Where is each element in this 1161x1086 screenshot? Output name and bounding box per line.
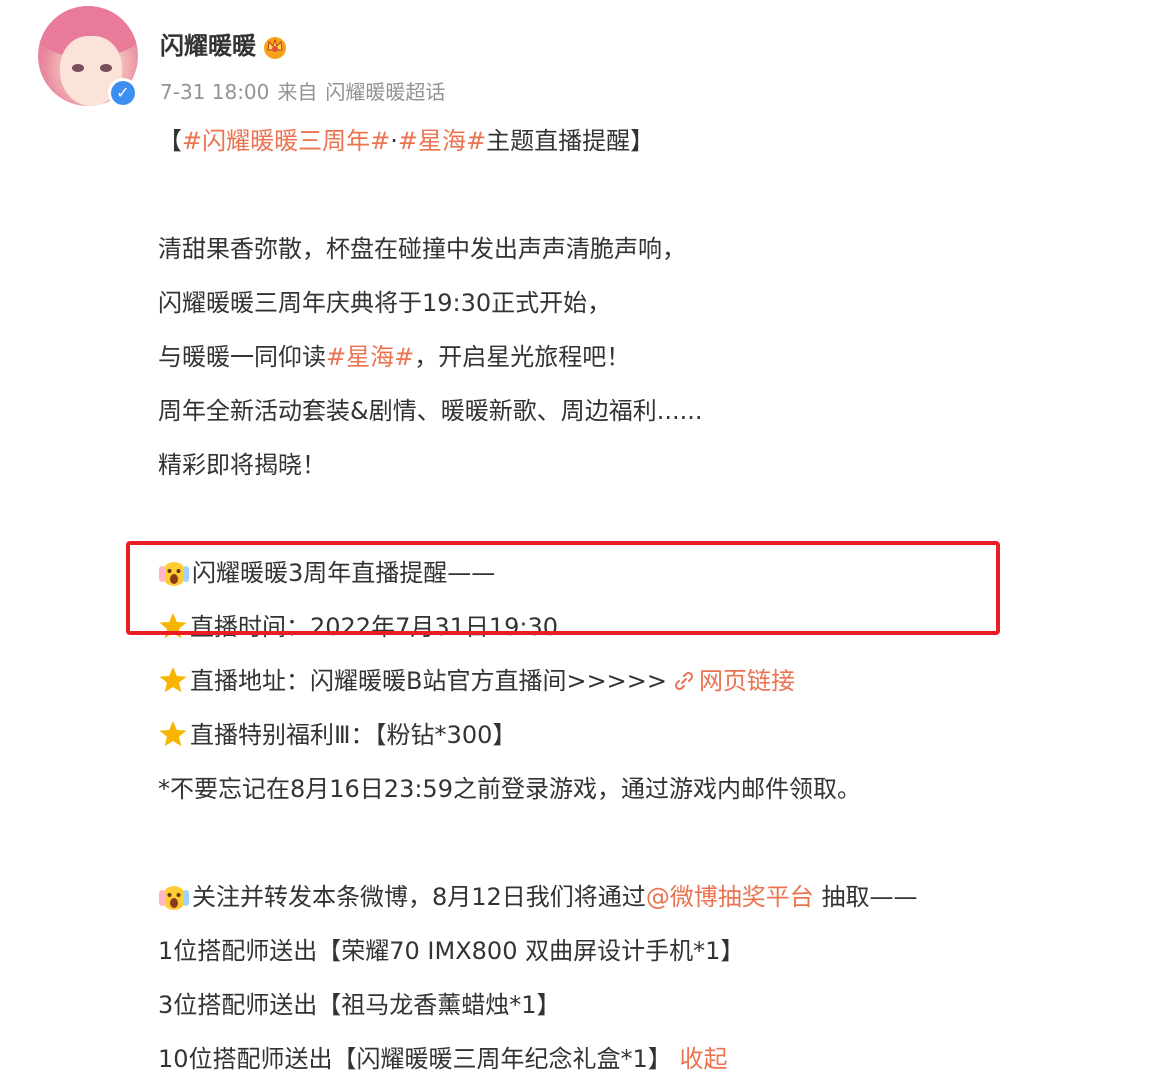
avatar-eye-left <box>72 64 84 72</box>
text-line: 闪耀暖暖三周年庆典将于19:30正式开始， <box>158 289 612 317</box>
post-meta: 7-31 18:00 来自 闪耀暖暖超话 <box>160 76 453 105</box>
mention-lottery-platform[interactable]: @微博抽奖平台 <box>646 883 814 911</box>
star-icon <box>159 721 187 747</box>
live-address-line: 直播地址：闪耀暖暖B站官方直播间>>>>> 网页链接 <box>158 654 1138 708</box>
lottery-text-tail: 抽取—— <box>813 883 918 911</box>
collapse-button[interactable]: 收起 <box>679 1045 727 1073</box>
text-segment: 与暖暖一同仰读 <box>158 343 326 371</box>
live-welfare-text: 直播特别福利Ⅲ：【粉钻*300】 <box>190 721 517 749</box>
post-source[interactable]: 闪耀暖暖超话 <box>325 80 445 104</box>
text-line: 周年全新活动套装&剧情、暖暖新歌、周边福利...... <box>158 397 703 425</box>
title-separator: · <box>390 127 398 155</box>
text-line: 精彩即将揭晓！ <box>158 451 326 479</box>
username[interactable]: 闪耀暖暖 <box>160 26 288 61</box>
prize-line: 1位搭配师送出【荣耀70 IMX800 双曲屏设计手机*1】 <box>158 937 745 965</box>
post-title: 【#闪耀暖暖三周年#·#星海#主题直播提醒】 <box>158 114 1138 168</box>
crown-icon <box>264 37 286 59</box>
lottery-line: 关注并转发本条微博，8月12日我们将通过@微博抽奖平台 抽取—— <box>158 870 1138 924</box>
post-time[interactable]: 7-31 18:00 <box>160 80 269 104</box>
note-line: *不要忘记在8月16日23:59之前登录游戏，通过游戏内邮件领取。 <box>158 775 861 803</box>
username-text[interactable]: 闪耀暖暖 <box>160 32 256 60</box>
topic-link-xinghai[interactable]: #星海# <box>398 127 486 155</box>
web-link[interactable]: 网页链接 <box>699 667 795 695</box>
title-bracket-open: 【 <box>158 127 182 155</box>
scream-emoji-icon <box>159 886 189 910</box>
text-line: 清甜果香弥散，杯盘在碰撞中发出声声清脆声响， <box>158 235 686 263</box>
star-icon <box>159 667 187 693</box>
topic-link-xinghai-inline[interactable]: #星海# <box>326 343 414 371</box>
text-segment: ，开启星光旅程吧！ <box>414 343 631 371</box>
prize-line: 10位搭配师送出【闪耀暖暖三周年纪念礼盒*1】 收起 <box>158 1032 1138 1086</box>
verified-icon: ✓ <box>108 78 138 108</box>
link-icon[interactable] <box>673 670 695 692</box>
topic-link-anniversary[interactable]: #闪耀暖暖三周年# <box>182 127 390 155</box>
from-label: 来自 <box>277 80 318 104</box>
lottery-text: 关注并转发本条微博，8月12日我们将通过 <box>192 883 646 911</box>
title-rest: 主题直播提醒 <box>486 127 631 155</box>
live-welfare-line: 直播特别福利Ⅲ：【粉钻*300】 <box>158 708 1138 762</box>
avatar-eye-right <box>100 64 112 72</box>
live-address-text: 直播地址：闪耀暖暖B站官方直播间>>>>> <box>190 667 668 695</box>
prize-line: 3位搭配师送出【祖马龙香薰蜡烛*1】 <box>158 991 561 1019</box>
highlight-box <box>126 541 1000 635</box>
title-bracket-close: 】 <box>630 127 655 155</box>
text-line: 与暖暖一同仰读#星海#，开启星光旅程吧！ <box>158 330 1138 384</box>
prize-text: 10位搭配师送出【闪耀暖暖三周年纪念礼盒*1】 <box>158 1045 672 1073</box>
